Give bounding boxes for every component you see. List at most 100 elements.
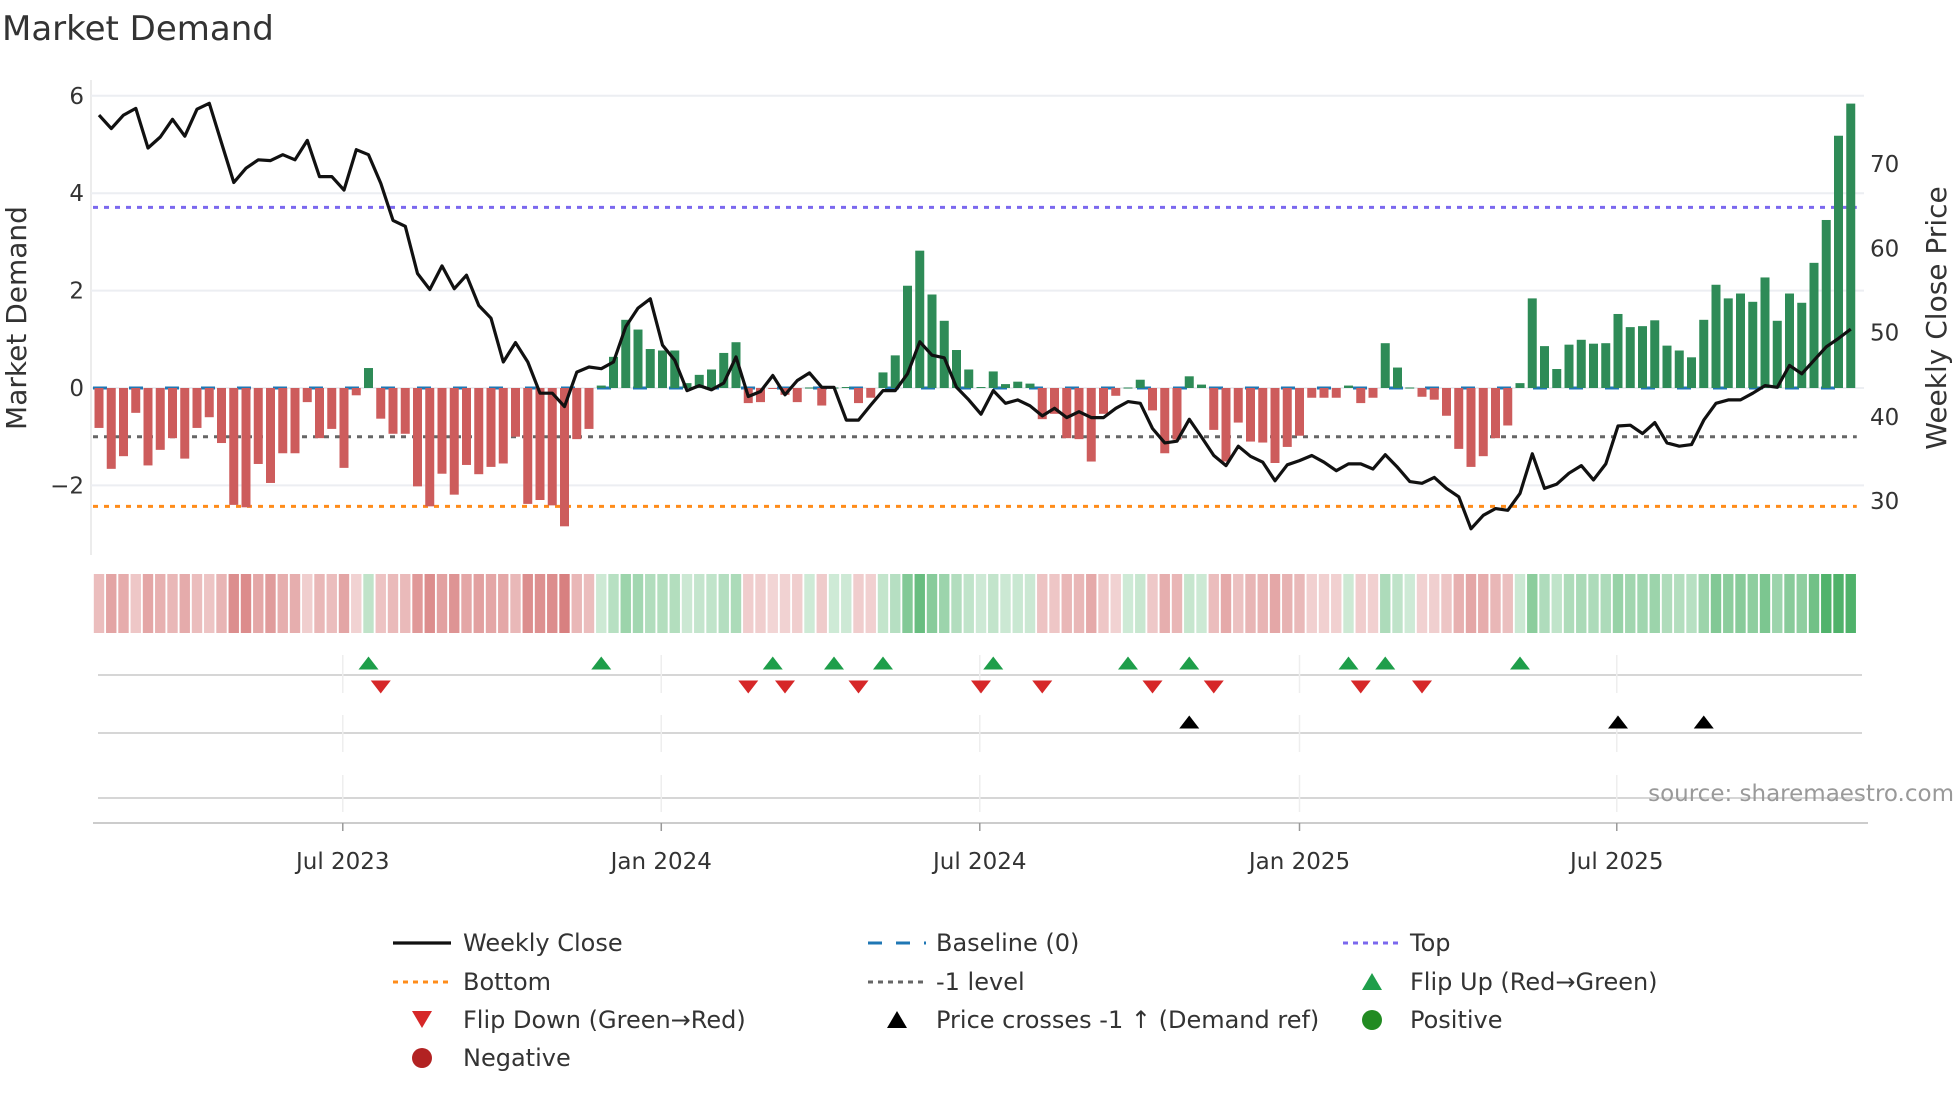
negative-demand-bar <box>1209 388 1219 430</box>
strip-cell <box>779 574 791 633</box>
strip-cell <box>302 574 313 633</box>
left-tick-label: −2 <box>50 473 84 499</box>
strip-cell <box>1269 574 1281 633</box>
legend-label: Flip Down (Green→Red) <box>463 1006 746 1034</box>
strip-cell <box>1355 574 1366 633</box>
strip-cell <box>1735 574 1746 633</box>
strip-cell <box>167 574 178 633</box>
positive-demand-bar <box>1846 103 1856 388</box>
negative-demand-bar <box>792 388 802 403</box>
strip-cell <box>694 574 705 633</box>
negative-demand-bar <box>1062 388 1072 439</box>
flip-up-marker <box>1118 656 1138 670</box>
strip-cell <box>191 574 203 633</box>
negative-demand-bar <box>523 388 533 504</box>
strip-cell <box>1429 574 1440 633</box>
strip-cell <box>1784 574 1795 633</box>
strip-cell <box>155 574 166 633</box>
negative-demand-bar <box>400 388 410 434</box>
strip-cell <box>767 574 778 633</box>
flip-down-marker <box>738 680 759 694</box>
strip-cell <box>1747 574 1758 633</box>
price-cross-marker <box>1693 715 1714 729</box>
positive-demand-bar <box>1576 339 1586 388</box>
strip-cell <box>1625 574 1636 633</box>
negative-demand-bar <box>817 388 827 406</box>
market-demand-chart: Market Demand 6 4 2 0 −2 70 60 50 40 30 Market D… <box>0 9 1954 1072</box>
left-tick-label: 0 <box>69 376 84 402</box>
positive-demand-bar <box>964 369 974 388</box>
positive-demand-bar <box>1197 384 1206 388</box>
strip-cell <box>216 574 227 633</box>
strip-cell <box>1024 574 1036 633</box>
strip-cell <box>804 574 815 633</box>
negative-demand-bar <box>584 388 594 429</box>
flip-down-marker <box>1203 680 1224 694</box>
strip-cell <box>1331 574 1342 633</box>
positive-demand-bar <box>707 369 716 388</box>
strip-cell <box>1576 574 1587 633</box>
strip-cell <box>914 574 925 633</box>
negative-demand-bar <box>560 388 569 527</box>
x-tick-label: Jul 2023 <box>294 849 390 875</box>
strip-cell <box>1808 574 1820 633</box>
strip-cell <box>547 574 558 633</box>
flip-down-marker <box>775 680 795 694</box>
negative-demand-bar <box>449 388 459 495</box>
negative-demand-bar <box>1478 388 1488 457</box>
positive-demand-bar <box>1821 219 1831 388</box>
strip-cell <box>1772 574 1783 633</box>
negative-demand-bar <box>511 388 520 437</box>
strip-cell <box>1674 574 1685 633</box>
strip-cell <box>363 574 374 633</box>
x-tick-label: Jul 2025 <box>1568 849 1664 875</box>
strip-cell <box>228 574 239 633</box>
legend-circle-icon <box>412 1048 432 1068</box>
strip-cell <box>706 574 717 633</box>
negative-demand-bar <box>768 388 778 389</box>
legend-label: Top <box>1409 929 1451 957</box>
strip-cell <box>681 574 693 633</box>
strip-cell <box>1845 574 1856 633</box>
legend-circle-icon <box>1362 1010 1382 1030</box>
flip-down-marker <box>1412 680 1432 694</box>
strip-cell <box>1367 574 1379 633</box>
strip-cell <box>939 574 950 633</box>
strip-cell <box>1686 574 1697 633</box>
negative-demand-bar <box>1148 388 1157 411</box>
negative-demand-bar <box>155 388 165 450</box>
positive-demand-bar <box>1674 350 1684 388</box>
left-tick-label: 2 <box>69 279 84 305</box>
strip-cell <box>1551 574 1562 633</box>
flip-up-marker <box>873 656 893 670</box>
strip-cell <box>1135 574 1146 633</box>
strip-cell <box>951 574 962 633</box>
source-label: source: sharemaestro.com <box>1648 781 1954 807</box>
positive-demand-bar <box>1760 277 1770 388</box>
strip-cell <box>1257 574 1268 633</box>
negative-demand-bar <box>547 388 557 506</box>
strip-cell <box>400 574 411 633</box>
negative-demand-bar <box>1172 388 1182 440</box>
legend-label: Flip Up (Red→Green) <box>1410 968 1658 996</box>
strip-cell <box>436 574 448 633</box>
positive-demand-bar <box>645 349 655 388</box>
negative-demand-bar <box>180 388 190 459</box>
negative-demand-bar <box>266 388 275 483</box>
strip-cell <box>620 574 631 633</box>
strip-cell <box>1600 574 1611 633</box>
strip-cell <box>730 574 742 633</box>
strip-cell <box>1061 574 1072 633</box>
strip-cell <box>1037 574 1048 633</box>
negative-demand-bar <box>1417 388 1427 397</box>
negative-demand-bar <box>1086 388 1096 462</box>
positive-demand-bar <box>1699 319 1709 388</box>
strip-cell <box>1514 574 1526 633</box>
strip-cell <box>1098 574 1109 633</box>
strip-cell <box>449 574 460 633</box>
negative-demand-bar <box>498 388 508 464</box>
strip-cell <box>338 574 350 633</box>
negative-demand-bar <box>94 388 104 428</box>
strip-cell <box>1294 574 1305 633</box>
negative-demand-bar <box>131 388 141 413</box>
